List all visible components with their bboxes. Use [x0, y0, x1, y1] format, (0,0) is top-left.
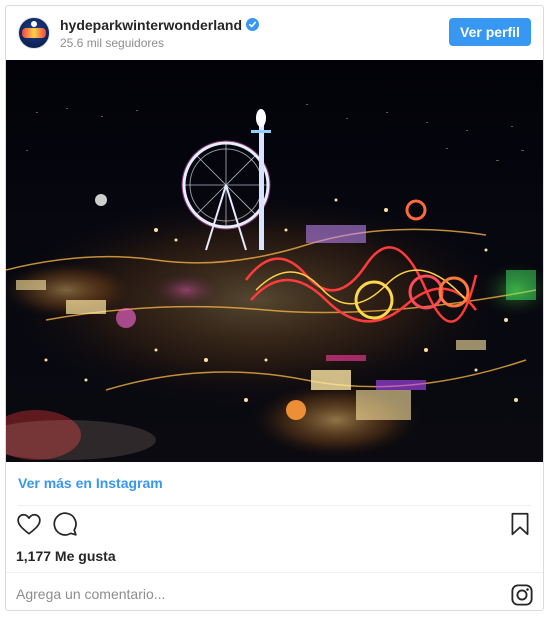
comment-input[interactable]: Agrega un comentario...: [16, 586, 165, 602]
post-photo-image: [6, 60, 543, 462]
view-profile-button[interactable]: Ver perfil: [449, 18, 531, 46]
post-actions: [6, 511, 543, 547]
comment-bar: Agrega un comentario...: [6, 572, 543, 611]
username-row[interactable]: hydeparkwinterwonderland: [60, 17, 260, 33]
instagram-icon[interactable]: [511, 584, 533, 606]
verified-badge-icon: [246, 18, 260, 31]
instagram-embed-card: hydeparkwinterwonderland 25.6 mil seguid…: [5, 5, 544, 611]
comment-icon[interactable]: [52, 511, 78, 537]
post-photo[interactable]: [6, 60, 543, 462]
bookmark-icon[interactable]: [507, 511, 533, 537]
post-header: hydeparkwinterwonderland 25.6 mil seguid…: [6, 6, 543, 60]
divider: [18, 505, 531, 506]
username[interactable]: hydeparkwinterwonderland: [60, 17, 242, 33]
follower-count: 25.6 mil seguidores: [60, 36, 165, 50]
like-count[interactable]: 1,177 Me gusta: [16, 548, 116, 564]
heart-icon[interactable]: [16, 511, 42, 537]
profile-avatar[interactable]: [18, 17, 50, 49]
view-more-on-instagram-link[interactable]: Ver más en Instagram: [18, 475, 163, 491]
